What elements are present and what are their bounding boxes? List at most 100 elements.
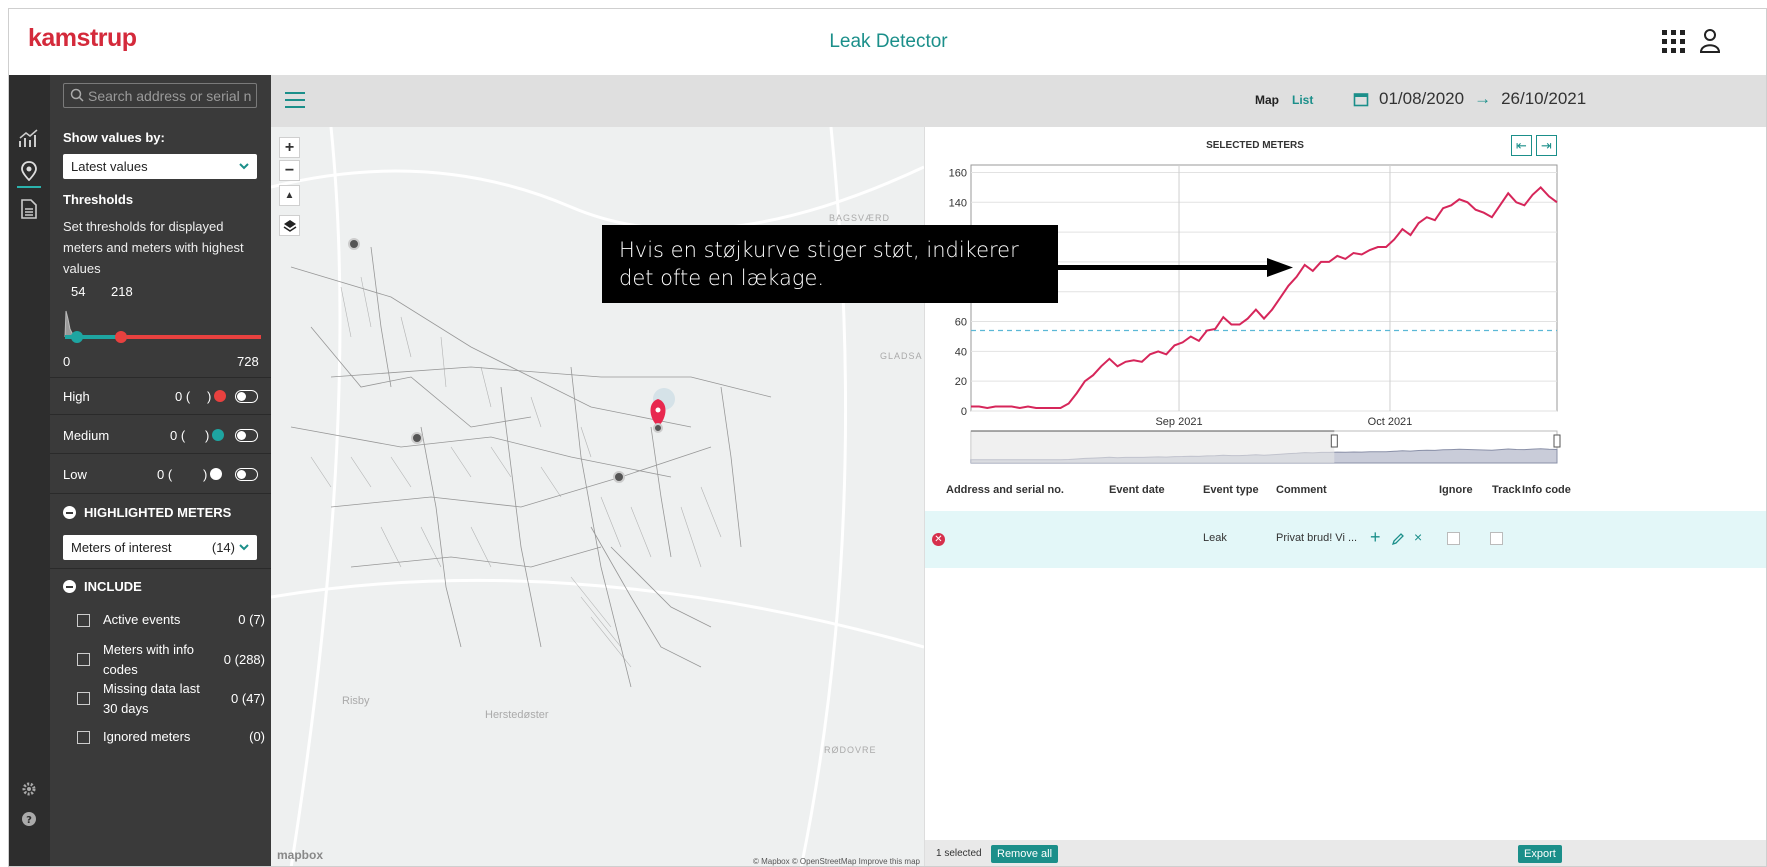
active-events-label: Active events [103,612,181,627]
date-arrow-icon: → [1474,89,1492,108]
date-to: 26/10/2021 [1501,89,1587,108]
col-info-code[interactable]: Info code [1522,484,1571,496]
analytics-icon[interactable] [17,127,41,151]
selected-meters-title: SELECTED METERS [1206,140,1304,151]
level-medium-count-close: ) [205,428,210,443]
x-tick-label: Sep 2021 [1155,416,1202,428]
remove-row-icon[interactable]: ✕ [932,533,945,546]
date-range-picker[interactable]: 01/08/2020 → 26/10/2021 [1353,89,1586,109]
footer-bar: 1 selected Remove all Export [925,840,1766,866]
navigator-handle [1330,434,1338,448]
list-view-tab[interactable]: List [1292,93,1313,107]
map-label-gladsa: GLADSA [880,351,923,361]
zoom-out-button[interactable]: − [279,160,300,181]
y-tick-label: 20 [955,376,967,388]
map-attribution[interactable]: © Mapbox © OpenStreetMap Improve this ma… [753,857,920,866]
highlighted-meters-select[interactable]: Meters of interest (14) [63,535,257,560]
mapbox-logo[interactable]: mapbox [277,848,323,862]
search-input[interactable] [88,86,252,105]
col-comment[interactable]: Comment [1276,484,1327,496]
high-toggle[interactable] [235,390,258,403]
col-track[interactable]: Track [1492,484,1521,496]
divider [50,453,271,454]
annotation-callout: Hvis en støjkurve stiger støt, indikerer… [602,225,1058,303]
map-label-risby: Risby [342,695,370,707]
thresholds-note: Set thresholds for displayed meters and … [63,219,244,276]
col-event-type[interactable]: Event type [1203,484,1259,496]
missing-data-label: Missing data last 30 days [103,681,200,716]
content-toolbar: Map List 01/08/2020 → 26/10/2021 [271,75,1766,127]
level-low-count-close: ) [203,467,208,482]
selected-count: 1 selected [936,848,982,859]
layers-icon [283,219,296,232]
divider [50,414,271,415]
map-label-rodovre: RØDOVRE [824,745,877,755]
svg-text:?: ? [26,815,32,826]
x-tick-label: Oct 2021 [1368,416,1413,428]
document-icon[interactable] [17,197,41,221]
icon-rail: ? [9,75,50,866]
delete-comment-icon[interactable]: × [1414,529,1422,545]
map-view-tab[interactable]: Map [1255,93,1279,107]
export-button[interactable]: Export [1518,845,1562,863]
menu-hamburger-icon[interactable] [285,92,305,108]
ignored-meters-label: Ignored meters [103,729,191,744]
slider-min: 0 [63,354,71,369]
col-ignore[interactable]: Ignore [1439,484,1473,496]
zoom-in-button[interactable]: + [279,137,300,158]
slider-max: 728 [237,354,259,369]
highlighted-meters-header[interactable]: HIGHLIGHTED METERS [63,505,231,520]
level-low-label: Low [63,467,87,482]
search-icon [70,88,84,102]
help-icon[interactable]: ? [17,807,41,831]
level-high-label: High [63,389,90,404]
rail-active-indicator [17,186,41,188]
low-color-dot [210,468,222,480]
callout-arrow-icon [1057,258,1293,277]
active-events-checkbox[interactable] [77,614,90,627]
missing-data-checkbox[interactable] [77,692,90,705]
ignored-meters-checkbox[interactable] [77,731,90,744]
table-row[interactable]: ✕ Leak Privat brud! Vi ... + × [925,511,1766,568]
level-medium-count: 0 ( [170,428,186,443]
highlighted-selected: Meters of interest [71,540,172,555]
user-icon[interactable] [1698,27,1722,55]
remove-all-button[interactable]: Remove all [991,845,1059,863]
ignore-checkbox[interactable] [1447,532,1460,545]
search-box [63,83,257,108]
threshold-slider[interactable] [63,307,263,345]
collapse-minus-icon [63,580,76,593]
include-header[interactable]: INCLUDE [63,579,142,594]
level-medium-label: Medium [63,428,110,443]
show-values-label: Show values by: [63,130,165,145]
app-window: kamstrup Leak Detector ? Show values by: [8,8,1767,867]
noise-chart[interactable]: 0 20 40 60 140 160 Sep 2021 Oct 2021 [925,157,1565,477]
layers-button[interactable] [279,215,300,236]
threshold-low-value: 54 [71,284,86,299]
divider [50,568,271,569]
navigator-handle [1553,434,1561,448]
info-codes-checkbox[interactable] [77,653,90,666]
calendar-icon [1353,93,1369,107]
low-toggle[interactable] [235,468,258,481]
y-tick-label: 0 [961,406,967,418]
collapse-left-button[interactable]: ⇤ [1511,135,1532,156]
slider-handle-low [71,331,83,343]
edit-pencil-icon[interactable] [1391,532,1405,546]
col-event-date[interactable]: Event date [1109,484,1165,496]
show-values-select[interactable]: Latest values [63,154,257,179]
apps-grid-icon[interactable] [1662,30,1686,54]
col-address[interactable]: Address and serial no. [946,484,1064,496]
expand-right-button[interactable]: ⇥ [1536,135,1557,156]
y-tick-label: 40 [955,346,967,358]
medium-toggle[interactable] [235,429,258,442]
settings-gear-icon[interactable] [17,777,41,801]
compass-button[interactable]: ▲ [279,185,300,206]
map-pin-icon[interactable] [17,159,41,183]
divider [50,493,271,494]
row-event-type: Leak [1203,532,1227,544]
highlighted-count: (14) [211,540,235,555]
add-comment-icon[interactable]: + [1370,527,1381,548]
info-codes-label: Meters with info codes [103,642,195,677]
track-checkbox[interactable] [1490,532,1503,545]
